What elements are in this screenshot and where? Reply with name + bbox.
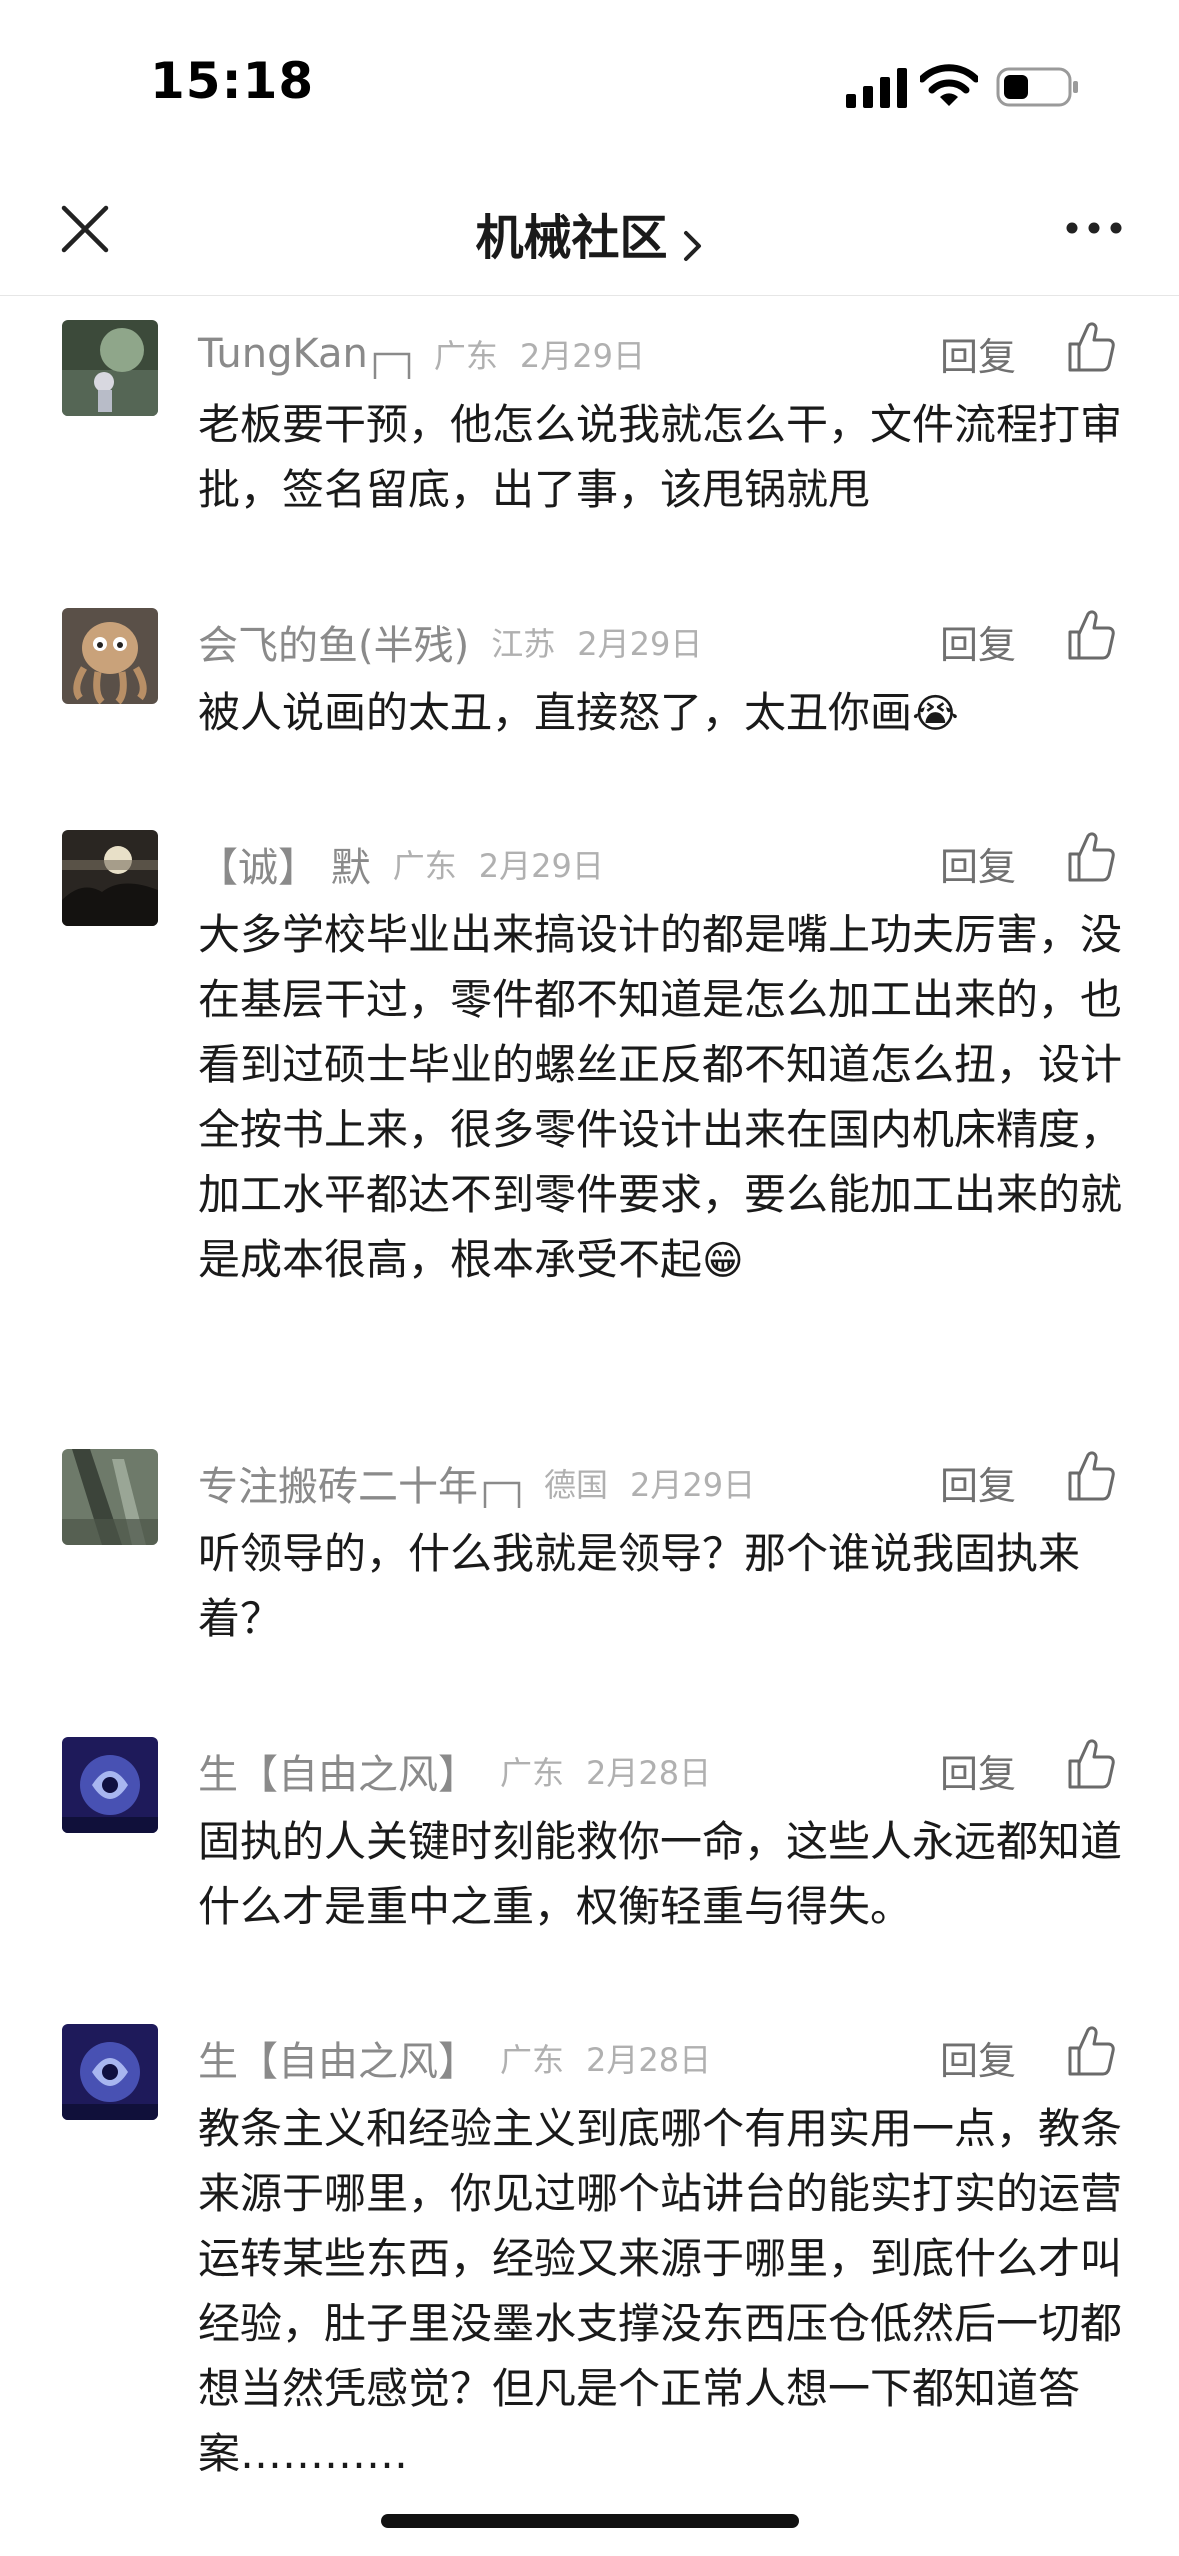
thumbs-up-icon[interactable] xyxy=(1066,320,1116,374)
date-label: 2月29日 xyxy=(519,337,645,375)
thumbs-up-icon[interactable] xyxy=(1066,1737,1116,1791)
status-bar: 15:18 xyxy=(0,0,1179,170)
status-time: 15:18 xyxy=(150,52,315,110)
username[interactable]: 专注搬砖二十年 xyxy=(198,1454,478,1512)
avatar[interactable] xyxy=(62,2024,158,2120)
reply-button[interactable]: 回复 xyxy=(940,836,1016,891)
thumbs-up-icon[interactable] xyxy=(1066,2024,1116,2078)
reply-button[interactable]: 回复 xyxy=(940,1743,1016,1798)
grinning-face-emoji: 😁 xyxy=(702,1238,744,1284)
comment-text: 大多学校毕业出来搞设计的都是嘴上功夫厉害，没在基层干过，零件都不知道是怎么加工出… xyxy=(198,910,1123,1284)
page-title: 机械社区 xyxy=(475,210,668,266)
badge-icon xyxy=(483,1481,521,1508)
reply-button[interactable]: 回复 xyxy=(940,614,1016,669)
region-label: 广东 xyxy=(392,847,457,885)
avatar[interactable] xyxy=(62,320,158,416)
thumbs-up-icon[interactable] xyxy=(1066,830,1116,884)
thumbs-up-icon[interactable] xyxy=(1066,608,1116,662)
reply-button[interactable]: 回复 xyxy=(940,1455,1016,1510)
comment-meta: 生【自由之风】 广东 2月28日 xyxy=(198,2028,711,2088)
date-label: 2月29日 xyxy=(478,847,604,885)
date-label: 2月29日 xyxy=(577,625,703,663)
date-label: 2月29日 xyxy=(630,1466,756,1504)
comment-meta: 会飞的鱼(半残) 江苏 2月29日 xyxy=(198,612,702,672)
comment-meta: 专注搬砖二十年 德国 2月29日 xyxy=(198,1453,755,1513)
region-label: 广东 xyxy=(500,1754,565,1792)
avatar[interactable] xyxy=(62,608,158,704)
avatar[interactable] xyxy=(62,1449,158,1545)
cellular-signal-icon xyxy=(846,68,907,108)
date-label: 2月28日 xyxy=(586,2041,712,2079)
username[interactable]: 【诚】 默 xyxy=(198,835,371,893)
username[interactable]: 生【自由之风】 xyxy=(198,1742,478,1800)
reply-button[interactable]: 回复 xyxy=(940,326,1016,381)
region-label: 江苏 xyxy=(491,625,556,663)
nav-title-link[interactable]: 机械社区 xyxy=(0,198,1179,268)
comment-text: 教条主义和经验主义到底哪个有用实用一点，教条来源于哪里，你见过哪个站讲台的能实打… xyxy=(198,2104,1123,2478)
username[interactable]: 生【自由之风】 xyxy=(198,2029,478,2087)
comment-meta: TungKan 广东 2月29日 xyxy=(198,324,645,384)
home-indicator[interactable] xyxy=(381,2514,799,2528)
comment-meta: 生【自由之风】 广东 2月28日 xyxy=(198,1741,711,1801)
thumbs-up-icon[interactable] xyxy=(1066,1449,1116,1503)
date-label: 2月28日 xyxy=(586,1754,712,1792)
more-options-icon[interactable] xyxy=(1064,220,1124,236)
username[interactable]: TungKan xyxy=(198,331,368,377)
avatar[interactable] xyxy=(62,830,158,926)
battery-icon xyxy=(996,67,1078,107)
avatar[interactable] xyxy=(62,1737,158,1833)
badge-icon xyxy=(373,352,411,379)
comment-meta: 【诚】 默 广东 2月29日 xyxy=(198,834,604,894)
wifi-icon xyxy=(920,64,978,106)
chevron-right-icon xyxy=(683,230,701,261)
region-label: 德国 xyxy=(544,1466,609,1504)
region-label: 广东 xyxy=(433,337,498,375)
comment-text: 老板要干预，他怎么说我就怎么干，文件流程打审批，签名留底，出了事，该甩锅就甩 xyxy=(198,400,1123,514)
crying-face-emoji: 😭 xyxy=(912,691,959,737)
reply-button[interactable]: 回复 xyxy=(940,2030,1016,2085)
region-label: 广东 xyxy=(500,2041,565,2079)
nav-bar: 机械社区 xyxy=(0,170,1179,296)
comment-text: 固执的人关键时刻能救你一命，这些人永远都知道什么才是重中之重，权衡轻重与得失。 xyxy=(198,1817,1123,1931)
username[interactable]: 会飞的鱼(半残) xyxy=(198,613,469,671)
comment-text: 被人说画的太丑，直接怒了，太丑你画😭 xyxy=(198,688,959,737)
comment-text: 听领导的，什么我就是领导？那个谁说我固执来着？ xyxy=(198,1529,1081,1643)
